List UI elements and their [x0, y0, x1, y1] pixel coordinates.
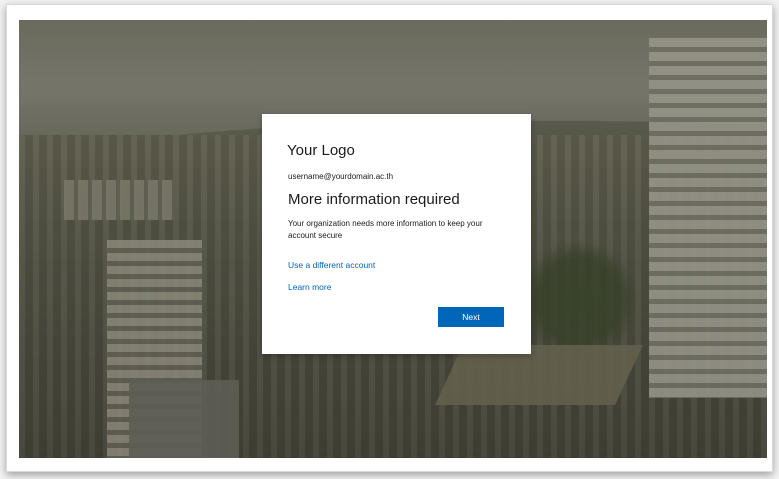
next-button[interactable]: Next	[438, 307, 504, 327]
company-logo: Your Logo	[287, 142, 355, 159]
description-text: Your organization needs more information…	[288, 219, 483, 240]
learn-more-link[interactable]: Learn more	[288, 282, 331, 292]
page-title: More information required	[288, 191, 460, 208]
signin-card: Your Logo username@yourdomain.ac.th More…	[262, 114, 531, 354]
username-display: username@yourdomain.ac.th	[288, 172, 394, 181]
use-different-account-link[interactable]: Use a different account	[288, 260, 375, 270]
